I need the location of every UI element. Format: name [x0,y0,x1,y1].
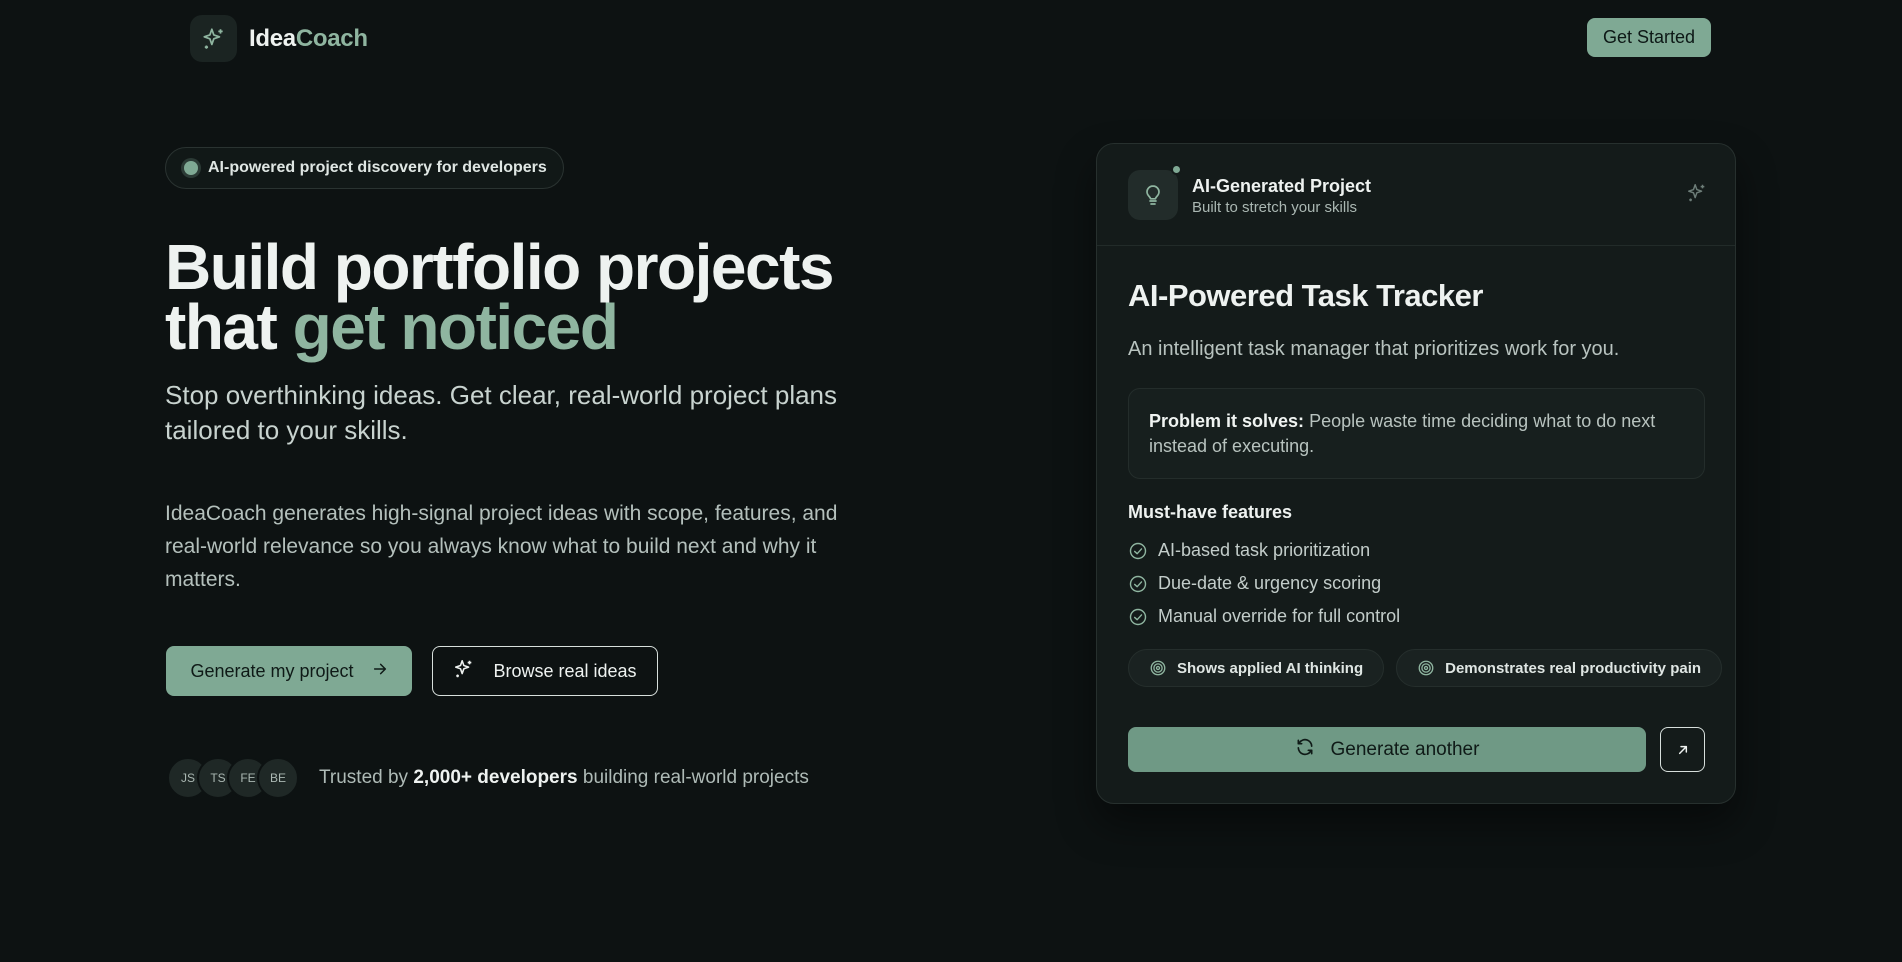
tag-text: Demonstrates real productivity pain [1445,659,1702,677]
hero-title: Build portfolio projects that get notice… [165,235,925,359]
tag-badge: Shows applied AI thinking [1128,649,1385,687]
arrow-right-icon [372,661,388,682]
brand-name: IdeaCoach [249,25,368,53]
tag-badge: Demonstrates real productivity pain [1396,649,1723,687]
generate-my-project-label: Generate my project [190,660,354,681]
arrow-up-right-icon [1678,745,1687,754]
avatar: BE [257,757,299,799]
trusted-text: Trusted by 2,000+ developers building re… [319,767,809,789]
project-tagline: An intelligent task manager that priorit… [1128,338,1620,360]
features-heading: Must-have features [1128,502,1293,522]
top-nav: IdeaCoach Get Started [0,0,1902,78]
refresh-icon [1295,737,1315,763]
social-proof: JS TS FE BE Trusted by 2,000+ developers… [167,757,809,799]
feature-text: Due-date & urgency scoring [1158,573,1382,593]
avatar-group: JS TS FE BE [167,757,299,799]
project-preview-card: AI-Generated Project Built to stretch yo… [1096,143,1736,804]
check-circle-icon [1129,542,1147,559]
list-item: AI-based task prioritization [1128,534,1400,567]
features-list: AI-based task prioritization Due-date & … [1128,534,1400,633]
trusted-suffix: building real-world projects [577,767,809,788]
tag-text: Shows applied AI thinking [1177,659,1364,677]
hero-description: IdeaCoach generates high-signal project … [165,502,838,591]
target-icon [1150,660,1166,676]
lightbulb-icon [1128,170,1178,220]
sparkles-icon [453,658,475,685]
card-header: AI-Generated Project Built to stretch yo… [1097,144,1735,246]
status-dot-icon [184,161,198,175]
brand-name-part1: Idea [249,24,296,52]
card-header-title: AI-Generated Project [1192,176,1372,196]
landing-page: IdeaCoach Get Started AI-powered project… [0,0,1902,962]
brand-logo[interactable]: IdeaCoach [190,15,368,62]
trusted-count: 2,000+ developers [413,767,578,788]
list-item: Due-date & urgency scoring [1128,567,1400,600]
problem-label: Problem it solves: [1149,411,1305,431]
pill-text: AI-powered project discovery for develop… [208,159,547,176]
target-icon [1418,660,1434,676]
sparkles-icon [190,15,237,62]
open-external-button[interactable] [1660,727,1705,772]
sparkles-icon [1686,182,1708,209]
feature-text: Manual override for full control [1158,606,1401,626]
problem-statement: Problem it solves: People waste time dec… [1128,388,1705,479]
generate-my-project-button[interactable]: Generate my project [166,646,412,696]
hero-pill-badge: AI-powered project discovery for develop… [165,147,564,189]
list-item: Manual override for full control [1128,600,1400,633]
feature-text: AI-based task prioritization [1158,540,1371,560]
project-title: AI-Powered Task Tracker [1128,278,1483,313]
brand-name-part2: Coach [295,24,368,52]
browse-real-ideas-button[interactable]: Browse real ideas [432,646,658,696]
project-tags: Shows applied AI thinking Demonstrates r… [1128,649,1723,687]
trusted-prefix: Trusted by [319,767,414,788]
hero-title-line2-plain: that [165,291,293,363]
generate-another-button[interactable]: Generate another [1128,727,1646,772]
hero-subtitle: Stop overthinking ideas. Get clear, real… [165,380,838,445]
live-indicator-dot [1171,164,1182,175]
get-started-button[interactable]: Get Started [1587,18,1711,57]
card-header-subtitle: Built to stretch your skills [1192,199,1358,216]
browse-real-ideas-label: Browse real ideas [493,660,637,681]
check-circle-icon [1129,575,1147,592]
check-circle-icon [1129,608,1147,625]
hero-title-accent: get noticed [292,291,619,363]
generate-another-label: Generate another [1330,738,1480,760]
